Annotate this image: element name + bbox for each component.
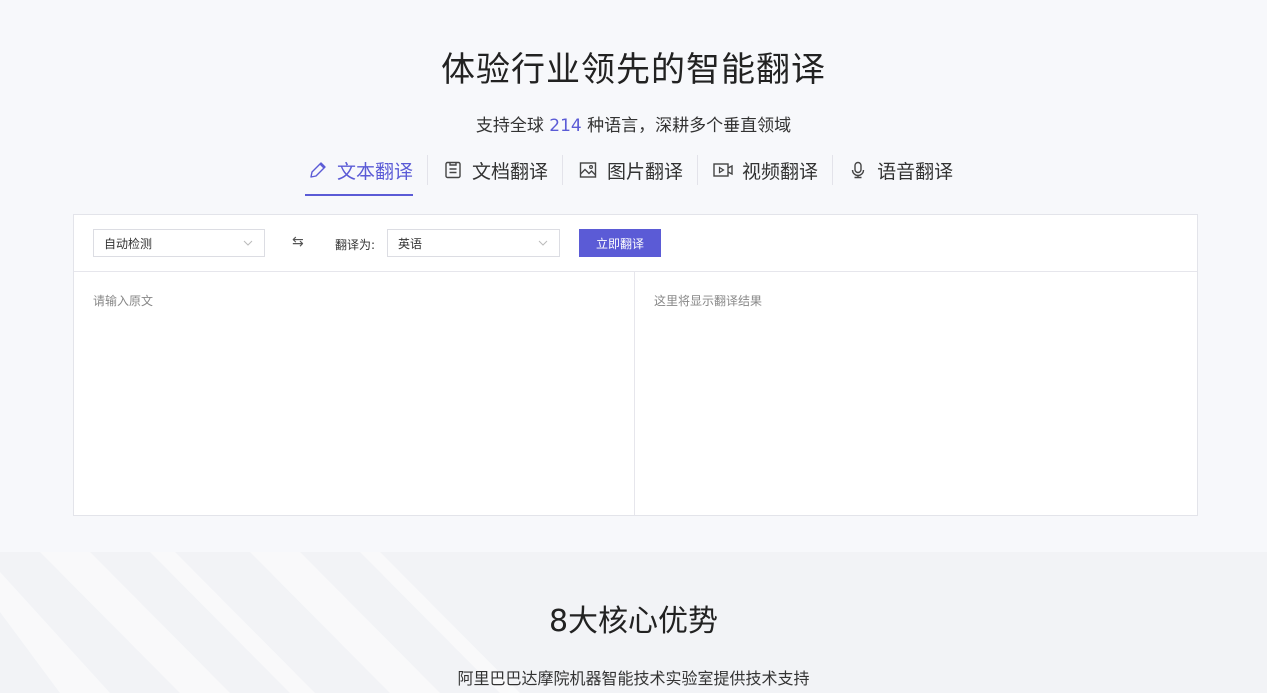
pencil-icon bbox=[307, 159, 329, 181]
result-area: 这里将显示翻译结果 bbox=[635, 272, 1197, 515]
tab-label: 语音翻译 bbox=[877, 160, 954, 183]
translate-now-button[interactable]: 立即翻译 bbox=[579, 229, 661, 257]
subtitle-prefix: 支持全球 bbox=[475, 116, 544, 136]
advantages-title: 8大核心优势 bbox=[548, 604, 719, 639]
source-text-area bbox=[74, 272, 635, 515]
video-icon bbox=[712, 159, 734, 181]
advantages-subtitle: 阿里巴巴达摩院机器智能技术实验室提供技术支持 bbox=[457, 669, 810, 688]
source-language-value: 自动检测 bbox=[104, 236, 153, 251]
tab-label: 视频翻译 bbox=[742, 160, 819, 183]
swap-languages-button[interactable]: ⇆ bbox=[292, 234, 304, 250]
page-title: 体验行业领先的智能翻译 bbox=[441, 50, 826, 90]
image-icon bbox=[577, 159, 599, 181]
source-language-select[interactable]: 自动检测 bbox=[93, 229, 265, 257]
chevron-down-icon bbox=[537, 237, 549, 252]
tab-text-translation[interactable]: 文本翻译 bbox=[305, 152, 427, 196]
page-subtitle: 支持全球 214 种语言，深耕多个垂直领域 bbox=[0, 111, 1267, 136]
chevron-down-icon bbox=[242, 237, 254, 252]
tab-label: 文档翻译 bbox=[472, 160, 549, 183]
translator-panel: 自动检测 ⇆ 翻译为: 英语 立即翻译 这里将显示翻译结果 bbox=[73, 214, 1198, 516]
target-language-label: 翻译为: bbox=[335, 238, 376, 252]
document-icon bbox=[442, 159, 464, 181]
subtitle-suffix: 种语言，深耕多个垂直领域 bbox=[587, 116, 792, 136]
advantages-section: 8大核心优势 阿里巴巴达摩院机器智能技术实验室提供技术支持 bbox=[0, 552, 1267, 693]
language-count: 214 bbox=[549, 116, 582, 136]
microphone-icon bbox=[847, 159, 869, 181]
translation-result: 这里将显示翻译结果 bbox=[654, 294, 763, 308]
translation-type-tabs: 文本翻译 文档翻译 图片翻译 视频翻译 语音翻译 bbox=[305, 152, 967, 196]
tab-image-translation[interactable]: 图片翻译 bbox=[563, 152, 697, 188]
tab-label: 图片翻译 bbox=[607, 160, 684, 183]
hero-section: 体验行业领先的智能翻译 支持全球 214 种语言，深耕多个垂直领域 文本翻译 文… bbox=[0, 0, 1267, 552]
target-language-select[interactable]: 英语 bbox=[387, 229, 560, 257]
source-text-input[interactable] bbox=[74, 272, 634, 515]
target-language-value: 英语 bbox=[398, 236, 423, 251]
tab-document-translation[interactable]: 文档翻译 bbox=[428, 152, 562, 188]
translator-toolbar: 自动检测 ⇆ 翻译为: 英语 立即翻译 bbox=[74, 215, 1197, 272]
tab-video-translation[interactable]: 视频翻译 bbox=[698, 152, 832, 188]
tab-label: 文本翻译 bbox=[337, 160, 414, 183]
tab-voice-translation[interactable]: 语音翻译 bbox=[833, 152, 967, 188]
